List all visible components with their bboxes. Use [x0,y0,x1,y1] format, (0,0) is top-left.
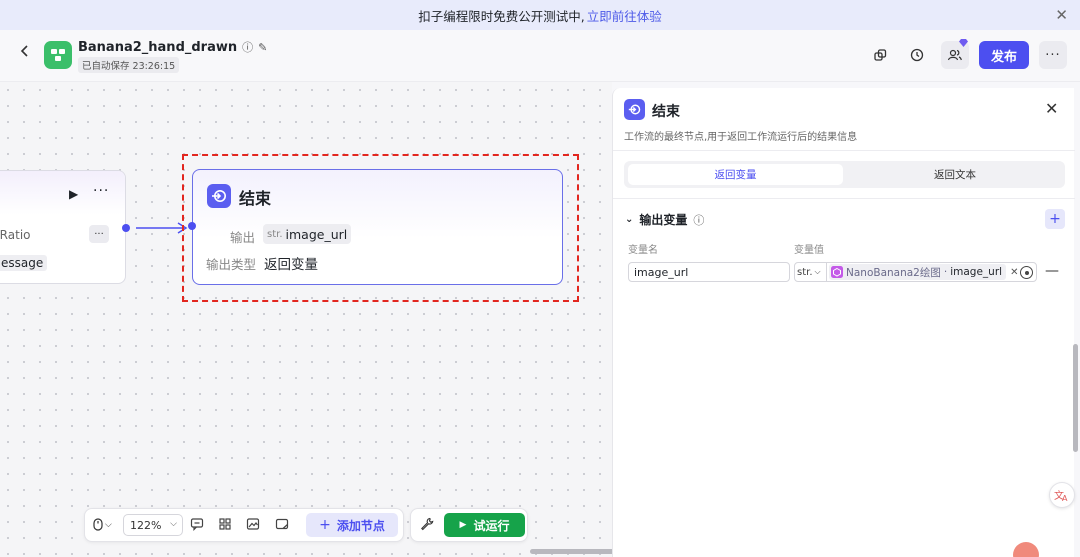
tab-return-variable[interactable]: 返回变量 [628,164,843,185]
app-name: Banana2_hand_drawn [78,39,238,55]
copy-icon[interactable] [866,41,894,69]
banner-text: 扣子编程限时免费公开测试中, [418,8,585,24]
add-node-button[interactable]: + 添加节点 [306,513,398,537]
divider [613,198,1075,199]
output-variables-section[interactable]: ⌄ 输出变量 ⓘ [625,211,704,228]
announcement-banner: 扣子编程限时免费公开测试中, 立即前往体验 ✕ [0,0,1080,30]
divider [613,150,1075,151]
banner-close-icon[interactable]: ✕ [1055,6,1068,24]
column-header-value: 变量值 [794,245,824,256]
play-icon: ▶ [459,520,467,530]
test-run-button[interactable]: ▶ 试运行 [444,513,525,537]
output-label: 输出 [230,230,256,245]
layout-grid-icon[interactable] [218,517,234,533]
node-param-label: ectRatio [0,228,31,242]
output-kind-value: 返回变量 [264,257,318,273]
variable-reference-tag: NanoBanana2绘图 · image_url [829,264,1007,280]
target-icon[interactable] [1020,266,1033,279]
output-kind-label: 输出类型 [206,257,257,272]
test-run-label: 试运行 [473,518,510,533]
add-variable-button[interactable]: + [1045,209,1065,229]
info-icon[interactable]: ⓘ [693,212,704,228]
previous-node-header: ▶ ··· [0,171,125,215]
clear-icon[interactable]: ✕ [1010,267,1018,278]
input-handle[interactable] [188,222,196,230]
svg-text:A: A [1062,494,1068,502]
variable-value-input[interactable]: str. ⌵ NanoBanana2绘图 · image_url ✕ [794,262,1037,282]
end-node-title: 结束 [239,189,272,208]
panel-title: 结束 [652,104,680,120]
type-select[interactable]: str. ⌵ [795,263,827,281]
collaborators-icon[interactable] [941,39,969,69]
return-mode-toggle: 返回变量 返回文本 [624,161,1065,188]
more-options-icon[interactable]: ··· [1039,41,1067,69]
end-node[interactable]: 结束 输出 str. image_url 输出类型 返回变量 [188,169,563,285]
node-settings-panel: 结束 ✕ 工作流的最终节点,用于返回工作流运行后的结果信息 返回变量 返回文本 … [612,88,1075,557]
canvas-toolbar: ⌵ 122% ⌵ + 添加节点 [84,508,404,542]
zoom-select[interactable]: 122% ⌵ [123,514,183,536]
reference-field: image_url [950,266,1003,278]
workflow-canvas[interactable]: ▶ ··· ectRatio ··· essage 结束 输出 str. ima… [0,82,612,557]
node-more-icon[interactable]: ··· [93,183,109,199]
reference-source: NanoBanana2绘图 [846,266,941,279]
add-node-label: 添加节点 [336,518,385,533]
vertical-scrollbar[interactable] [1073,344,1078,452]
type-value: str. [797,266,813,278]
comment-icon[interactable] [190,517,206,533]
translate-icon[interactable]: 文A [1049,482,1075,508]
workflow-app-icon [44,41,72,69]
zoom-value: 122% [130,518,162,532]
run-toolbar: ▶ 试运行 [410,508,528,542]
output-type: str. [267,228,283,240]
app-title: Banana2_hand_drawn ⓘ ✎ [78,39,267,55]
plus-icon: + [319,517,331,533]
close-icon[interactable]: ✕ [1045,99,1058,118]
play-icon[interactable]: ▶ [69,187,78,201]
info-icon[interactable]: ⓘ [242,39,253,55]
back-icon[interactable] [20,43,30,62]
interaction-mode-icon[interactable]: ⌵ [93,518,112,531]
variable-name-input[interactable]: image_url [628,262,790,282]
chevron-down-icon: ⌄ [625,214,634,225]
note-icon[interactable] [275,517,291,533]
app-header: Banana2_hand_drawn ⓘ ✎ 已自动保存 23:26:15 发布… [0,30,1080,82]
publish-button[interactable]: 发布 [979,41,1029,69]
output-variable-tag: str. image_url [263,224,352,244]
column-header-name: 变量名 [628,245,658,256]
previous-node[interactable]: ▶ ··· ectRatio ··· essage [0,170,126,284]
minimap-icon[interactable] [246,517,262,533]
edit-icon[interactable]: ✎ [258,41,267,54]
chevron-down-icon: ⌵ [170,519,177,529]
wrench-icon[interactable] [420,517,436,533]
tab-return-text[interactable]: 返回文本 [849,164,1061,185]
end-node-icon [624,99,645,120]
remove-variable-icon[interactable]: — [1045,263,1059,279]
panel-description: 工作流的最终节点,用于返回工作流运行后的结果信息 [624,132,858,143]
node-output-tag: essage [0,255,48,271]
end-node-icon [207,184,231,208]
chevron-down-icon: ⌵ [814,267,821,276]
autosave-status: 已自动保存 23:26:15 [78,57,180,73]
cube-icon [831,266,843,278]
section-title: 输出变量 [639,213,688,227]
premium-gem-icon [959,39,968,47]
banner-link[interactable]: 立即前往体验 [587,6,662,25]
history-icon[interactable] [903,41,931,69]
output-variable-name: image_url [285,226,348,242]
param-more-icon[interactable]: ··· [89,225,109,243]
reference-separator: · [943,266,948,278]
